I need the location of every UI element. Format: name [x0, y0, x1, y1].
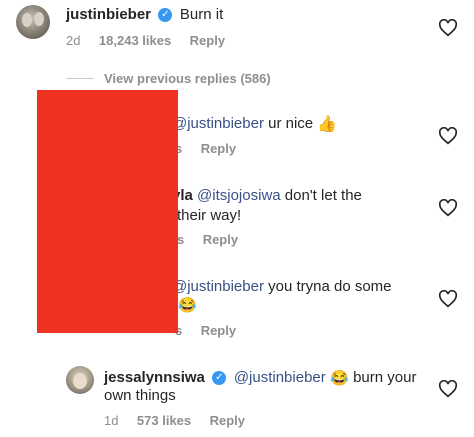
reply-button[interactable]: Reply — [190, 33, 225, 48]
reply-2-text-line2: their way! — [177, 207, 242, 224]
reply-2-text-line1: yla @itsjojosiwa don't let the — [172, 187, 362, 204]
reply-3-meta: s Reply — [175, 322, 236, 340]
comment-likes[interactable]: 18,243 likes — [99, 33, 171, 48]
mention-link[interactable]: @justinbieber — [172, 278, 264, 295]
reply-2-meta: s Reply — [177, 231, 238, 249]
mention-link[interactable]: @justinbieber — [172, 115, 264, 132]
reply-4-text-line1: jessalynnsiwa ✓ @justinbieber 😂 burn you… — [104, 369, 416, 387]
laughing-tears-emoji-icon: 😂 — [178, 297, 197, 315]
mention-link[interactable]: @justinbieber — [234, 369, 326, 386]
reply-2-meta-fragment: s — [177, 232, 185, 247]
comment-likes[interactable]: 573 likes — [137, 413, 191, 428]
reply-3-text-line1: @justinbieber you tryna do some — [172, 278, 392, 295]
mention-link[interactable]: @itsjojosiwa — [197, 187, 281, 204]
verified-badge-icon: ✓ — [158, 7, 173, 22]
reply-1-meta: s Reply — [175, 140, 236, 158]
top-comment-meta: 2d 18,243 likes Reply — [66, 32, 225, 50]
heart-icon[interactable] — [438, 127, 458, 145]
reply-button[interactable]: Reply — [210, 413, 245, 428]
replies-divider — [66, 78, 94, 79]
reply-4-body: burn your — [348, 369, 417, 387]
heart-icon[interactable] — [438, 380, 458, 398]
avatar-jessalynnsiwa[interactable] — [66, 366, 94, 394]
comment-age[interactable]: 2d — [66, 33, 80, 48]
comment-username[interactable]: jessalynnsiwa — [104, 369, 205, 386]
reply-button[interactable]: Reply — [203, 232, 238, 247]
verified-badge-icon: ✓ — [212, 371, 227, 385]
reply-4-text-line2: own things — [104, 387, 176, 404]
reply-button[interactable]: Reply — [201, 323, 236, 338]
reply-3-body: you tryna do some — [263, 278, 392, 295]
avatar-justinbieber[interactable] — [16, 5, 50, 39]
heart-icon[interactable] — [438, 19, 458, 37]
view-previous-replies-link[interactable]: View previous replies (586) — [104, 71, 271, 86]
reply-1-text: @justinbieber ur nice 👍 — [172, 114, 337, 134]
redaction-block — [37, 90, 178, 333]
comment-text: Burn it — [179, 6, 224, 23]
comment-username[interactable]: justinbieber — [66, 6, 151, 23]
reply-button[interactable]: Reply — [201, 141, 236, 156]
reply-4-meta: 1d 573 likes Reply — [104, 412, 245, 430]
laughing-tears-emoji-icon: 😂 — [330, 370, 349, 387]
top-comment-line: justinbieber ✓ Burn it — [66, 6, 223, 24]
comment-age[interactable]: 1d — [104, 413, 118, 428]
thumbs-up-emoji-icon: 👍 — [317, 116, 338, 133]
heart-icon[interactable] — [438, 290, 458, 308]
reply-1-body: ur nice — [263, 114, 318, 132]
reply-2-body: don't let the — [280, 187, 362, 204]
heart-icon[interactable] — [438, 199, 458, 217]
